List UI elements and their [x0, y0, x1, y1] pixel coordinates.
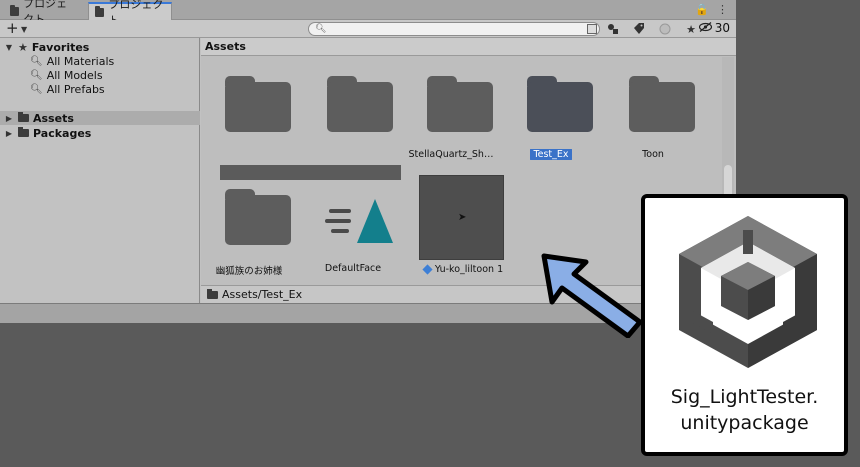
folder-icon: [18, 112, 29, 122]
folder-icon: [327, 76, 393, 132]
star-icon[interactable]: ★: [683, 21, 699, 37]
folder-icon: [95, 5, 105, 17]
tree-item-label: Packages: [33, 126, 92, 140]
search-by-type-icon[interactable]: [605, 21, 621, 37]
file-name-line: Sig_LightTester.: [670, 386, 819, 408]
asset-item-label: 幽狐族のお姉様: [215, 266, 283, 277]
tab-project-1[interactable]: プロジェクト: [4, 0, 84, 26]
path-text: Assets/Test_Ex: [222, 288, 303, 301]
asset-item[interactable]: Toon: [605, 76, 701, 176]
chevron-down-icon[interactable]: ▼: [4, 43, 14, 52]
file-name-line: unitypackage: [680, 412, 809, 434]
hidden-count-value: 30: [714, 21, 730, 35]
tree-item-all-materials[interactable]: 🔍︎ All Materials: [0, 54, 200, 68]
tree-item-label: All Prefabs: [46, 82, 105, 96]
assets-header: Assets: [201, 38, 736, 56]
chevron-right-icon[interactable]: ▶: [4, 114, 14, 123]
asset-item[interactable]: [201, 76, 297, 176]
eye-slash-icon: [698, 21, 712, 35]
prefab-thumbnail[interactable]: ➤: [419, 175, 504, 260]
folder-icon: [427, 76, 493, 132]
search-input[interactable]: 🔍︎: [308, 22, 600, 36]
tree-item-label: All Models: [46, 68, 103, 82]
hidden-packages-count[interactable]: 30: [698, 21, 730, 35]
folder-icon: [18, 127, 29, 137]
folder-icon: [225, 76, 291, 132]
asset-item[interactable]: StellaQuartz_Sh…: [403, 76, 499, 176]
asset-item[interactable]: [303, 76, 399, 176]
window-controls: 🔒 ⋮: [695, 3, 728, 16]
folder-icon: [629, 76, 695, 132]
search-icon: 🔍︎: [315, 24, 327, 34]
log-icon[interactable]: [657, 21, 673, 37]
search-icon: 🔍︎: [30, 69, 43, 81]
menu-icon[interactable]: ⋮: [717, 3, 728, 16]
asset-item-label: DefaultFace: [324, 263, 382, 274]
asset-item[interactable]: DefaultFace: [311, 189, 407, 289]
asset-item-label: Yu-ko_liltoon 1: [413, 264, 513, 275]
asset-item-label: Toon: [642, 149, 664, 160]
unitypackage-file[interactable]: Sig_LightTester. unitypackage: [641, 194, 848, 456]
lock-icon[interactable]: 🔒: [695, 3, 709, 16]
default-face-icon: [325, 199, 393, 243]
tree-item-favorites[interactable]: ▼ ★ Favorites: [0, 40, 200, 54]
asset-item-test-ex[interactable]: Test_Ex: [503, 76, 599, 176]
add-button[interactable]: +: [6, 20, 19, 37]
asset-item-label: StellaQuartz_Sh…: [408, 149, 494, 160]
tree-item-label: Assets: [33, 111, 74, 125]
prefab-icon: [422, 264, 433, 275]
tab-project-2[interactable]: プロジェクト: [88, 0, 172, 27]
mouse-cursor-icon: ➤: [458, 212, 467, 223]
package-file-name: Sig_LightTester. unitypackage: [645, 384, 844, 436]
label-icon[interactable]: [631, 21, 647, 37]
folder-icon: [207, 288, 218, 299]
search-by-type-icon[interactable]: [587, 24, 597, 34]
search-icon: 🔍︎: [30, 55, 43, 67]
folder-icon: [225, 189, 291, 245]
tree-item-label: Favorites: [31, 40, 90, 54]
folder-icon: [527, 76, 593, 132]
tree-item-assets[interactable]: ▶ Assets: [0, 111, 200, 125]
folder-icon: [10, 4, 20, 16]
folder-tree: ▼ ★ Favorites 🔍︎ All Materials 🔍︎ All Mo…: [0, 38, 200, 303]
tree-item-all-prefabs[interactable]: 🔍︎ All Prefabs: [0, 82, 200, 96]
search-icon: 🔍︎: [30, 83, 43, 95]
toolbar: + ▼ 🔍︎ ★ 30: [0, 20, 736, 38]
redacted-label: [220, 165, 401, 180]
toolbar-icons: ★: [605, 21, 699, 37]
tree-item-packages[interactable]: ▶ Packages: [0, 126, 200, 140]
chevron-right-icon[interactable]: ▶: [4, 129, 14, 138]
asset-item[interactable]: 幽狐族のお姉様: [201, 189, 297, 289]
unity-package-icon: [679, 216, 817, 368]
star-icon: ★: [18, 40, 28, 54]
tree-item-label: All Materials: [46, 54, 115, 68]
tab-bar: プロジェクト プロジェクト 🔒 ⋮: [0, 0, 736, 27]
arrow-pointer-icon: [541, 253, 643, 338]
chevron-down-icon[interactable]: ▼: [21, 25, 27, 34]
asset-item-label: Test_Ex: [503, 149, 599, 160]
tree-item-all-models[interactable]: 🔍︎ All Models: [0, 68, 200, 82]
